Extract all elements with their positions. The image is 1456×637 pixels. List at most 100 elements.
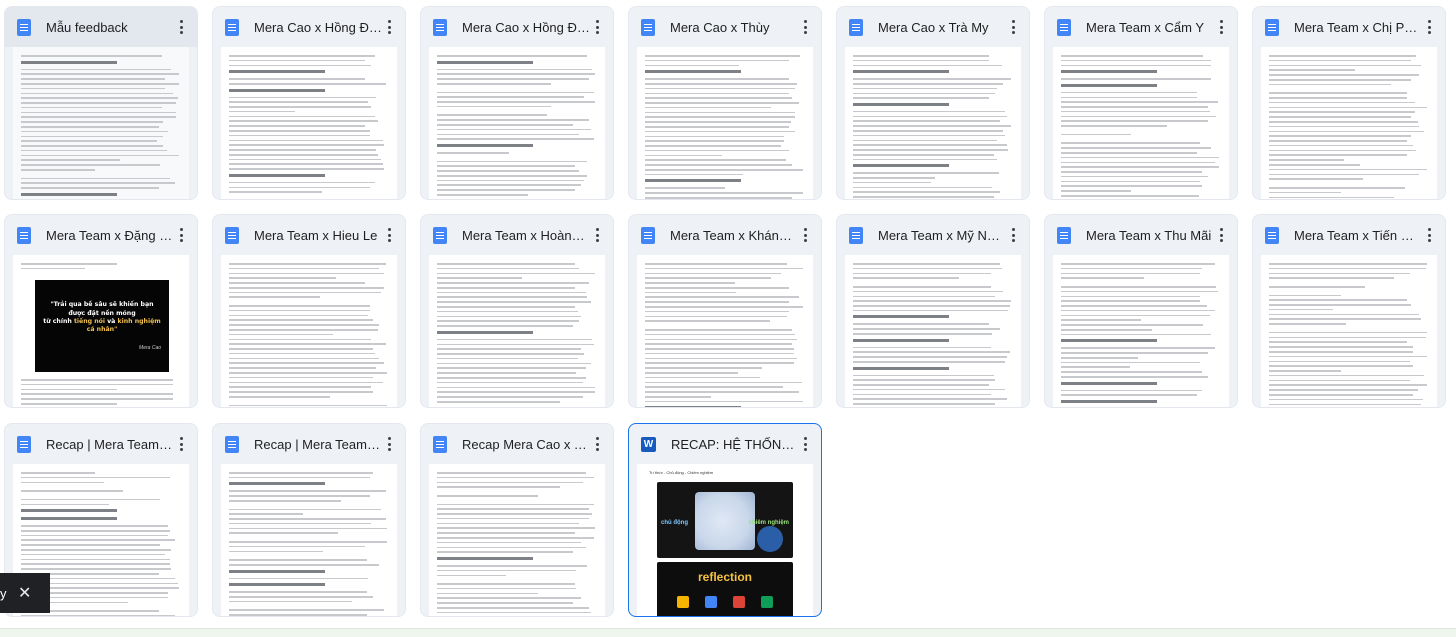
file-title[interactable]: Recap | Mera Team x ...	[46, 437, 174, 452]
file-card[interactable]: W RECAP: HỆ THỐNG H... Trí thức - Chủ động…	[628, 423, 822, 617]
file-title[interactable]: Mera Cao x Thùy	[670, 20, 798, 35]
file-card-header[interactable]: Mera Cao x Thùy	[629, 7, 821, 47]
file-card[interactable]: Mera Cao x Trà My	[836, 6, 1030, 200]
text-line-preview	[645, 381, 802, 384]
file-card-header[interactable]: Recap Mera Cao x Tú ...	[421, 424, 613, 464]
file-card[interactable]: Recap | Mera Team x ...	[212, 423, 406, 617]
file-card[interactable]: Mera Team x Tiến Ph...	[1252, 214, 1446, 408]
text-line-preview	[1269, 341, 1407, 343]
close-icon[interactable]: ✕	[18, 583, 31, 603]
file-title[interactable]: Mera Team x Tiến Ph...	[1294, 228, 1422, 243]
file-card[interactable]: Mera Team x Hieu Le	[212, 214, 406, 408]
file-card-header[interactable]: Mera Cao x Trà My	[837, 7, 1029, 47]
file-thumbnail[interactable]	[429, 47, 605, 199]
file-title[interactable]: Mera Team x Hieu Le	[254, 228, 382, 243]
more-options-icon[interactable]	[795, 434, 815, 454]
docs-icon	[17, 18, 31, 36]
more-options-icon[interactable]	[379, 225, 399, 245]
more-options-icon[interactable]	[587, 434, 607, 454]
file-card[interactable]: Mera Team x Khánh H...	[628, 214, 822, 408]
file-card[interactable]: Mera Team x Cẩm Y	[1044, 6, 1238, 200]
text-line-preview	[853, 134, 1005, 137]
file-card-header[interactable]: Mera Team x Hieu Le	[213, 215, 405, 255]
file-card-header[interactable]: Mera Team x Mỹ Ngọc	[837, 215, 1029, 255]
file-card[interactable]: Mera Cao x Thùy	[628, 6, 822, 200]
file-card-header[interactable]: Mera Team x Thu Mãi	[1045, 215, 1237, 255]
file-title[interactable]: Mera Team x Đặng Hi...	[46, 228, 174, 243]
more-options-icon[interactable]	[1211, 17, 1231, 37]
file-card[interactable]: Mera Team x Thu Mãi	[1044, 214, 1238, 408]
file-card-header[interactable]: Mera Team x Chị Phư...	[1253, 7, 1445, 47]
more-options-icon[interactable]	[171, 225, 191, 245]
file-card[interactable]: Mera Team x Đặng Hi... "Trải qua bề sâu s…	[4, 214, 198, 408]
file-thumbnail[interactable]	[1053, 47, 1229, 199]
file-thumbnail[interactable]	[221, 47, 397, 199]
file-title[interactable]: Mera Team x Thu Mãi	[1086, 228, 1214, 243]
file-card-header[interactable]: Mera Team x Đặng Hi...	[5, 215, 197, 255]
file-card-header[interactable]: Mera Team x Khánh H...	[629, 215, 821, 255]
more-options-icon[interactable]	[1419, 17, 1439, 37]
file-thumbnail[interactable]	[637, 47, 813, 199]
file-thumbnail[interactable]	[845, 255, 1021, 407]
file-thumbnail[interactable]: Trí thức - Chủ động - Chiêm nghiệm chủ độ…	[637, 464, 813, 616]
file-thumbnail[interactable]	[429, 464, 605, 616]
file-title[interactable]: Mera Team x Cẩm Y	[1086, 20, 1214, 35]
file-title[interactable]: Mẫu feedback	[46, 20, 174, 35]
file-card-header[interactable]: Recap | Mera Team x ...	[213, 424, 405, 464]
file-card-header[interactable]: Mera Team x Tiến Ph...	[1253, 215, 1445, 255]
file-thumbnail[interactable]	[637, 255, 813, 407]
file-card[interactable]: Mera Cao x Hồng Đoàn	[212, 6, 406, 200]
file-card[interactable]: Mẫu feedback	[4, 6, 198, 200]
more-options-icon[interactable]	[379, 17, 399, 37]
file-thumbnail[interactable]: "Trải qua bề sâu sẽ khiến bạn được đặt nề…	[13, 255, 189, 407]
file-thumbnail[interactable]	[221, 255, 397, 407]
file-card-header[interactable]: Mera Cao x Hồng Đoàn	[213, 7, 405, 47]
file-title[interactable]: Mera Cao x Hồng Đoàn	[462, 20, 590, 35]
more-options-icon[interactable]	[795, 17, 815, 37]
file-thumbnail[interactable]	[845, 47, 1021, 199]
text-line-preview	[229, 305, 370, 307]
file-thumbnail[interactable]	[1261, 47, 1437, 199]
file-card[interactable]: Mera Team x Mỹ Ngọc	[836, 214, 1030, 408]
more-options-icon[interactable]	[1419, 225, 1439, 245]
file-thumbnail[interactable]	[1053, 255, 1229, 407]
file-card[interactable]: Mera Cao x Hồng Đoàn	[420, 6, 614, 200]
text-line-preview	[21, 140, 157, 142]
more-options-icon[interactable]	[587, 225, 607, 245]
text-line-preview	[229, 513, 303, 515]
file-card[interactable]: Mera Team x Chị Phư...	[1252, 6, 1446, 200]
file-card-header[interactable]: Mera Team x Hoàng ...	[421, 215, 613, 255]
more-options-icon[interactable]	[1211, 225, 1231, 245]
more-options-icon[interactable]	[1003, 225, 1023, 245]
more-options-icon[interactable]	[171, 17, 191, 37]
file-title[interactable]: Mera Team x Hoàng ...	[462, 228, 590, 243]
file-card[interactable]: Recap Mera Cao x Tú ...	[420, 423, 614, 617]
more-options-icon[interactable]	[587, 17, 607, 37]
file-card-header[interactable]: Mẫu feedback	[5, 7, 197, 47]
file-thumbnail[interactable]	[429, 255, 605, 407]
more-options-icon[interactable]	[379, 434, 399, 454]
file-thumbnail[interactable]	[13, 47, 189, 199]
file-card-header[interactable]: W RECAP: HỆ THỐNG H...	[629, 424, 821, 464]
text-line-preview	[229, 272, 385, 275]
file-thumbnail[interactable]	[1261, 255, 1437, 407]
more-options-icon[interactable]	[171, 434, 191, 454]
file-card-header[interactable]: Mera Team x Cẩm Y	[1045, 7, 1237, 47]
text-line-preview	[437, 315, 581, 318]
file-title[interactable]: Recap | Mera Team x ...	[254, 437, 382, 452]
file-card[interactable]: Mera Team x Hoàng ...	[420, 214, 614, 408]
more-options-icon[interactable]	[795, 225, 815, 245]
text-line-preview	[1061, 147, 1212, 149]
file-title[interactable]: Recap Mera Cao x Tú ...	[462, 437, 590, 452]
file-title[interactable]: Mera Cao x Trà My	[878, 20, 1006, 35]
file-title[interactable]: Mera Team x Mỹ Ngọc	[878, 228, 1006, 243]
file-title[interactable]: Mera Cao x Hồng Đoàn	[254, 20, 382, 35]
more-options-icon[interactable]	[1003, 17, 1023, 37]
text-line-preview	[1269, 159, 1345, 161]
file-title[interactable]: Mera Team x Chị Phư...	[1294, 20, 1422, 35]
file-thumbnail[interactable]	[221, 464, 397, 616]
file-card-header[interactable]: Mera Cao x Hồng Đoàn	[421, 7, 613, 47]
file-title[interactable]: RECAP: HỆ THỐNG H...	[671, 437, 799, 452]
file-title[interactable]: Mera Team x Khánh H...	[670, 228, 798, 243]
file-card-header[interactable]: Recap | Mera Team x ...	[5, 424, 197, 464]
